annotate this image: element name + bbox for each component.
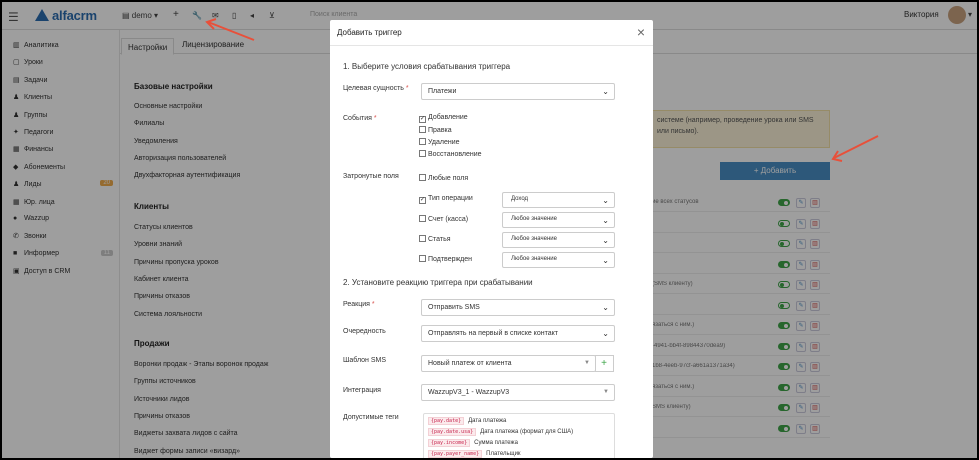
field-checkbox[interactable]: Подтвержден <box>419 255 472 263</box>
chevron-down-icon: ⌄ <box>602 303 609 312</box>
integration-value: WazzupV3_1 - WazzupV3 <box>428 389 510 396</box>
modal-header: Добавить триггер × <box>330 20 653 46</box>
field-checkbox[interactable]: Статья <box>419 235 451 243</box>
caret-down-icon: ▼ <box>584 360 590 366</box>
event-checkbox[interactable]: ✓ Добавление <box>419 114 468 123</box>
reaction-value: Отправить SMS <box>428 304 480 311</box>
any-fields-checkbox[interactable]: Любые поля <box>419 174 468 182</box>
event-checkbox[interactable]: Удаление <box>419 138 460 146</box>
field-checkbox[interactable]: Счет (касса) <box>419 215 468 223</box>
checkbox-icon <box>419 138 426 145</box>
caret-down-icon: ▼ <box>603 389 609 395</box>
field-label: Тип операции <box>428 195 473 202</box>
step1-heading: 1. Выберите условия срабатывания триггер… <box>343 62 511 71</box>
integration-select[interactable]: WazzupV3_1 - WazzupV3 ▼ <box>421 384 615 401</box>
app-window: ☰ alfacrm ▤ demo ▾ + 🔧 ✉ ▯ ◂ ⊻ Поиск кли… <box>2 2 977 458</box>
event-label: Добавление <box>428 114 468 121</box>
tag-item: {pay.date} Дата платежа <box>428 417 610 428</box>
checkbox-icon: ✓ <box>419 116 426 123</box>
field-value-select[interactable]: Доход ⌄ <box>502 192 615 208</box>
field-label: Подтвержден <box>428 256 473 263</box>
chevron-down-icon: ⌄ <box>602 216 609 225</box>
entity-label-text: Целевая сущность <box>343 85 404 92</box>
tag-item: {pay.payer_name} Плательщик <box>428 450 610 458</box>
tag-code[interactable]: {pay.date.usa} <box>428 428 477 436</box>
chevron-down-icon: ⌄ <box>602 329 609 338</box>
reaction-label: Реакция * <box>343 301 375 308</box>
event-label: Удаление <box>428 139 460 146</box>
modal-title: Добавить триггер <box>337 28 402 37</box>
field-checkbox[interactable]: ✓ Тип операции <box>419 195 473 204</box>
chevron-down-icon: ⌄ <box>602 87 609 96</box>
checkbox-icon <box>419 235 426 242</box>
chevron-down-icon: ⌄ <box>602 196 609 205</box>
order-value: Отправлять на первый в списке контакт <box>428 330 558 337</box>
checkbox-icon <box>419 255 426 262</box>
add-template-button[interactable]: + <box>595 355 614 372</box>
reaction-select[interactable]: Отправить SMS ⌄ <box>421 299 615 316</box>
field-value: Любое значение <box>511 256 557 262</box>
field-value: Любое значение <box>511 236 557 242</box>
chevron-down-icon: ⌄ <box>602 256 609 265</box>
event-checkbox[interactable]: Правка <box>419 126 452 134</box>
tag-item: {pay.income} Сумма платежа <box>428 439 610 450</box>
field-value-select[interactable]: Любое значение ⌄ <box>502 252 615 268</box>
checkbox-icon: ✓ <box>419 197 426 204</box>
event-checkbox[interactable]: Восстановление <box>419 150 482 158</box>
chevron-down-icon: ⌄ <box>602 236 609 245</box>
checkbox-icon <box>419 150 426 157</box>
tags-label: Допустимые теги <box>343 414 399 421</box>
order-select[interactable]: Отправлять на первый в списке контакт ⌄ <box>421 325 615 342</box>
tag-description: Дата платежа <box>468 418 507 424</box>
checkbox-icon <box>419 215 426 222</box>
field-value: Любое значение <box>511 216 557 222</box>
entity-value: Платежи <box>428 88 457 95</box>
field-value-select[interactable]: Любое значение ⌄ <box>502 212 615 228</box>
tag-description: Дата платежа (формат для США) <box>480 429 574 435</box>
events-label: События * <box>343 115 377 122</box>
annotation-arrow-left <box>205 18 255 41</box>
integration-label: Интеграция <box>343 387 381 394</box>
tag-description: Плательщик <box>486 451 521 457</box>
entity-label: Целевая сущность * <box>343 85 409 92</box>
add-trigger-modal: Добавить триггер × 1. Выберите условия с… <box>330 20 653 458</box>
tag-code[interactable]: {pay.income} <box>428 439 471 447</box>
order-label: Очередность <box>343 328 386 335</box>
any-fields-label: Любые поля <box>428 175 469 182</box>
field-label: Статья <box>428 236 451 243</box>
event-label: Правка <box>428 127 452 134</box>
reaction-label-text: Реакция <box>343 301 370 308</box>
tag-description: Сумма платежа <box>474 440 518 446</box>
fields-label: Затронутые поля <box>343 173 399 180</box>
events-label-text: События <box>343 115 372 122</box>
close-icon[interactable]: × <box>637 24 645 40</box>
field-label: Счет (касса) <box>428 216 469 223</box>
template-select[interactable]: Новый платеж от клиента ▼ <box>421 355 596 372</box>
annotation-arrow-right <box>831 135 879 162</box>
tag-code[interactable]: {pay.payer_name} <box>428 450 483 458</box>
event-label: Восстановление <box>428 151 482 158</box>
checkbox-icon <box>419 126 426 133</box>
tags-list: {pay.date} Дата платежа {pay.date.usa} Дата… <box>423 413 615 458</box>
field-value-select[interactable]: Любое значение ⌄ <box>502 232 615 248</box>
template-value: Новый платеж от клиента <box>428 360 512 367</box>
template-label: Шаблон SMS <box>343 357 387 364</box>
field-value: Доход <box>511 196 529 202</box>
step2-heading: 2. Установите реакцию триггера при сраба… <box>343 278 533 287</box>
entity-select[interactable]: Платежи ⌄ <box>421 83 615 100</box>
tag-code[interactable]: {pay.date} <box>428 417 465 425</box>
tag-item: {pay.date.usa} Дата платежа (формат для С… <box>428 428 610 439</box>
